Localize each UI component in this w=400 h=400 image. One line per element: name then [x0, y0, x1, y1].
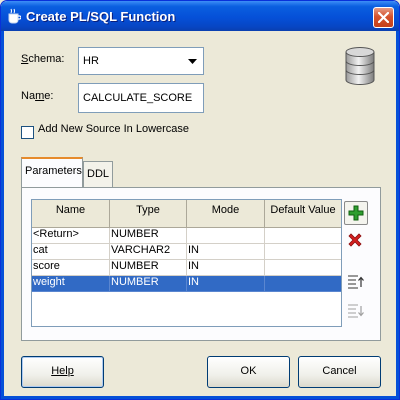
cell-name: cat — [32, 244, 110, 260]
chevron-down-icon — [188, 59, 197, 64]
help-button[interactable]: Help — [21, 356, 104, 388]
cell-mode: IN — [187, 244, 265, 260]
window-frame-bottom — [1, 396, 399, 399]
column-header-default-value[interactable]: Default Value — [265, 200, 341, 228]
column-header-type[interactable]: Type — [110, 200, 187, 228]
table-row-selected[interactable]: weight NUMBER IN — [32, 276, 341, 292]
tab-ddl[interactable]: DDL — [83, 161, 113, 187]
cell-name: <Return> — [32, 228, 110, 244]
close-icon — [378, 12, 389, 23]
column-header-name[interactable]: Name — [32, 200, 110, 228]
lowercase-checkbox[interactable] — [21, 126, 34, 139]
remove-parameter-button[interactable] — [344, 229, 368, 253]
close-button[interactable] — [373, 7, 394, 28]
title-bar[interactable]: Create PL/SQL Function — [1, 1, 399, 31]
window-title: Create PL/SQL Function — [26, 9, 176, 24]
schema-combobox[interactable]: HR — [78, 47, 204, 75]
name-value: CALCULATE_SCORE — [83, 92, 193, 104]
add-parameter-button[interactable] — [344, 201, 368, 225]
cancel-button[interactable]: Cancel — [298, 356, 381, 388]
remove-icon — [348, 233, 362, 247]
cell-default — [265, 276, 341, 292]
ok-button[interactable]: OK — [207, 356, 290, 388]
database-icon — [345, 47, 375, 85]
cell-type: NUMBER — [110, 260, 187, 276]
cell-default — [265, 228, 341, 244]
cell-default — [265, 244, 341, 260]
cell-name: score — [32, 260, 110, 276]
move-up-button[interactable] — [344, 270, 368, 294]
window-frame-left — [1, 31, 4, 399]
move-down-icon — [348, 304, 364, 318]
cell-mode: IN — [187, 276, 265, 292]
cell-default — [265, 260, 341, 276]
cell-type: VARCHAR2 — [110, 244, 187, 260]
parameters-table[interactable]: Name Type Mode Default Value <Return> NU… — [31, 199, 342, 327]
cell-type: NUMBER — [110, 228, 187, 244]
cell-name: weight — [32, 276, 110, 292]
schema-label: Schema: — [21, 53, 65, 65]
cell-mode — [187, 228, 265, 244]
tab-parameters[interactable]: Parameters — [21, 157, 83, 187]
coffee-cup-icon — [8, 8, 21, 24]
schema-value: HR — [83, 55, 99, 67]
name-label: Name: — [21, 90, 54, 102]
cell-type: NUMBER — [110, 276, 187, 292]
add-icon — [348, 205, 364, 221]
create-function-dialog: Create PL/SQL Function Schema: HR Name: … — [0, 0, 400, 400]
move-up-icon — [348, 275, 364, 289]
table-row[interactable]: <Return> NUMBER — [32, 228, 341, 244]
window-frame-right — [396, 31, 399, 399]
column-header-mode[interactable]: Mode — [187, 200, 265, 228]
lowercase-label: Add New Source In Lowercase — [38, 123, 190, 135]
name-input[interactable]: CALCULATE_SCORE — [78, 83, 204, 113]
cell-mode: IN — [187, 260, 265, 276]
move-down-button[interactable] — [344, 299, 368, 323]
table-row[interactable]: cat VARCHAR2 IN — [32, 244, 341, 260]
table-row[interactable]: score NUMBER IN — [32, 260, 341, 276]
